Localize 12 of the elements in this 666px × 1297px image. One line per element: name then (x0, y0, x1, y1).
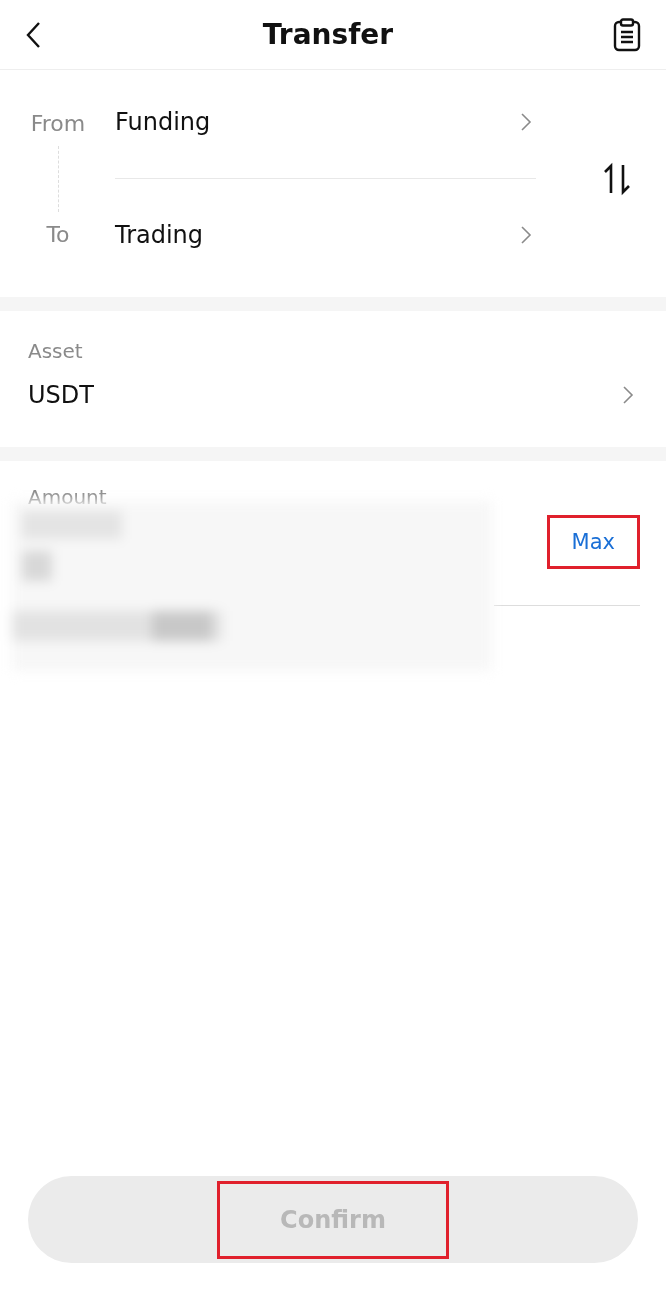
chevron-right-icon (520, 112, 532, 132)
to-account-selector[interactable]: Trading (115, 207, 536, 263)
to-label: To (46, 221, 70, 247)
chevron-right-icon (520, 225, 532, 245)
page-title: Transfer (262, 18, 394, 51)
from-account-selector[interactable]: Funding (115, 94, 536, 150)
max-button[interactable]: Max (546, 515, 640, 569)
amount-label: Amount (28, 485, 108, 509)
from-label: From (30, 110, 86, 136)
asset-label: Asset (28, 339, 84, 363)
chevron-right-icon (622, 385, 634, 405)
asset-selector[interactable]: USDT (28, 373, 638, 417)
